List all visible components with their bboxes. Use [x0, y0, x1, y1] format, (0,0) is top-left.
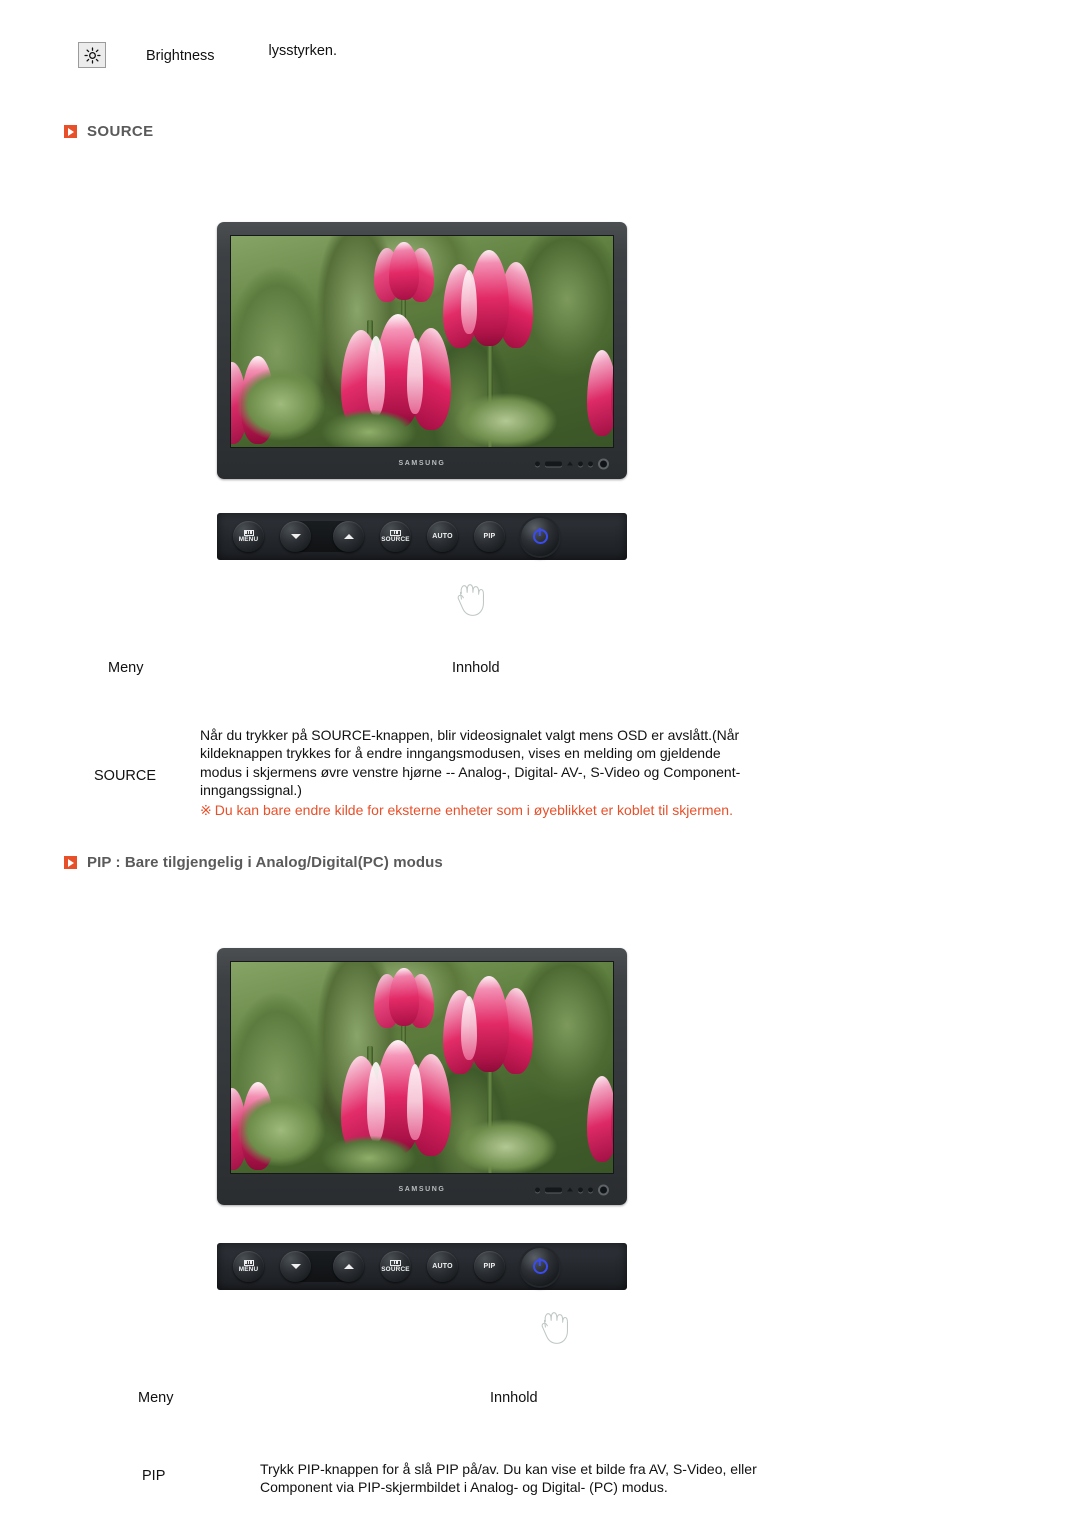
bezel-menu-bar-icon [545, 1187, 562, 1192]
col-header-content: Innhold [490, 1390, 538, 1406]
pip-table-header: Meny Innhold [120, 1390, 820, 1416]
menu-button-label: MENU [238, 1265, 259, 1273]
bezel-triangle-icon [567, 1187, 573, 1192]
col-header-content: Innhold [452, 660, 500, 676]
bezel-dot-icon [535, 461, 540, 466]
triangle-up-brightness-icon [343, 1264, 354, 1269]
bezel-dot-icon [588, 461, 593, 466]
row-content-text: Når du trykker på SOURCE-knappen, blir v… [200, 727, 741, 799]
auto-button-label: AUTO [432, 533, 453, 540]
monitor-screen [230, 235, 614, 448]
monitor-button-bar: MENU SOURCE AUTO PIP [217, 1243, 627, 1290]
row-content-source: Når du trykker på SOURCE-knappen, blir v… [200, 726, 752, 819]
source-button-label: SOURCE [381, 1265, 410, 1273]
pip-button-label: PIP [483, 533, 496, 540]
bullet-arrow-icon [64, 856, 77, 869]
samsung-logo: SAMSUNG [398, 1186, 446, 1193]
bezel-power-icon [598, 1184, 609, 1195]
samsung-logo: SAMSUNG [398, 460, 446, 467]
monitor-bezel-bottom: SAMSUNG [217, 448, 627, 479]
bezel-control-icons[interactable] [535, 1184, 609, 1195]
source-button[interactable]: SOURCE [380, 521, 411, 552]
tulip-photo [231, 236, 613, 447]
pip-button[interactable]: PIP [474, 521, 505, 552]
monitor-screen [230, 961, 614, 1174]
down-up-rocker[interactable] [280, 521, 364, 552]
down-button[interactable] [280, 1251, 311, 1282]
power-icon [531, 527, 549, 544]
bezel-dot-icon [578, 461, 583, 466]
down-up-rocker[interactable] [280, 1251, 364, 1282]
bezel-power-icon [598, 458, 609, 469]
down-button[interactable] [280, 521, 311, 552]
pip-button[interactable]: PIP [474, 1251, 505, 1282]
brightness-label: Brightness [146, 48, 215, 64]
pip-button-label: PIP [483, 1263, 496, 1270]
menu-button[interactable]: MENU [233, 1251, 264, 1282]
section-heading-source: SOURCE [64, 123, 154, 140]
bezel-menu-bar-icon [545, 461, 562, 466]
table-row: SOURCE Når du trykker på SOURCE-knappen,… [86, 686, 786, 826]
source-table-header: Meny Innhold [86, 660, 786, 686]
col-header-menu: Meny [108, 660, 144, 676]
brightness-row: Brightness lysstyrken. [78, 42, 337, 68]
up-button[interactable] [333, 1251, 364, 1282]
section-heading-source-label: SOURCE [87, 123, 154, 140]
col-header-menu: Meny [138, 1390, 174, 1406]
auto-button-label: AUTO [432, 1263, 453, 1270]
monitor-figure-source: SAMSUNG [217, 222, 627, 479]
power-button[interactable] [521, 1247, 559, 1286]
up-button[interactable] [333, 521, 364, 552]
section-heading-pip: PIP : Bare tilgjengelig i Analog/Digital… [64, 854, 443, 871]
bezel-dot-icon [588, 1187, 593, 1192]
source-input-icon [390, 1259, 401, 1266]
source-button-label: SOURCE [381, 535, 410, 543]
table-row: PIP Trykk PIP-knappen for å slå PIP på/a… [120, 1416, 820, 1506]
auto-button[interactable]: AUTO [427, 521, 458, 552]
power-icon [531, 1257, 549, 1274]
power-button-wrap[interactable] [521, 517, 559, 556]
triangle-up-brightness-icon [343, 534, 354, 539]
section-heading-pip-label: PIP : Bare tilgjengelig i Analog/Digital… [87, 854, 443, 871]
bezel-dot-icon [535, 1187, 540, 1192]
row-warning-source: ※ Du kan bare endre kilde for eksterne en… [200, 801, 752, 819]
source-table: Meny Innhold SOURCE Når du trykker på SO… [86, 660, 786, 826]
row-content-pip: Trykk PIP-knappen for å slå PIP på/av. D… [260, 1461, 757, 1496]
control-strip-source: MENU SOURCE AUTO PIP [217, 513, 627, 560]
hand-cursor-icon [448, 578, 494, 624]
control-strip-pip: MENU SOURCE AUTO PIP [217, 1243, 627, 1290]
row-menu-source: SOURCE [94, 768, 157, 784]
hand-cursor-icon [532, 1306, 578, 1352]
menu-button-label: MENU [238, 535, 259, 543]
source-input-icon [390, 529, 401, 536]
source-button[interactable]: SOURCE [380, 1251, 411, 1282]
power-button-wrap[interactable] [521, 1247, 559, 1286]
warning-mark-icon: ※ [200, 801, 212, 818]
brightness-sun-icon [78, 42, 106, 68]
monitor-button-bar: MENU SOURCE AUTO PIP [217, 513, 627, 560]
bullet-arrow-icon [64, 125, 77, 138]
bezel-dot-icon [578, 1187, 583, 1192]
auto-button[interactable]: AUTO [427, 1251, 458, 1282]
bezel-triangle-icon [567, 461, 573, 466]
monitor-figure-pip: SAMSUNG [217, 948, 627, 1205]
bezel-control-icons[interactable] [535, 458, 609, 469]
osd-menu-icon [243, 1259, 254, 1266]
triangle-down-icon [290, 1264, 301, 1269]
osd-menu-icon [243, 529, 254, 536]
monitor-body: SAMSUNG [217, 222, 627, 479]
power-button[interactable] [521, 517, 559, 556]
row-warning-text: Du kan bare endre kilde for eksterne enh… [214, 801, 733, 818]
pip-table: Meny Innhold PIP Trykk PIP-knappen for å… [120, 1390, 820, 1506]
menu-button[interactable]: MENU [233, 521, 264, 552]
brightness-description: lysstyrken. [268, 43, 338, 59]
tulip-photo [231, 962, 613, 1173]
triangle-down-icon [290, 534, 301, 539]
monitor-bezel-bottom: SAMSUNG [217, 1174, 627, 1205]
monitor-body: SAMSUNG [217, 948, 627, 1205]
row-menu-pip: PIP [142, 1468, 166, 1484]
